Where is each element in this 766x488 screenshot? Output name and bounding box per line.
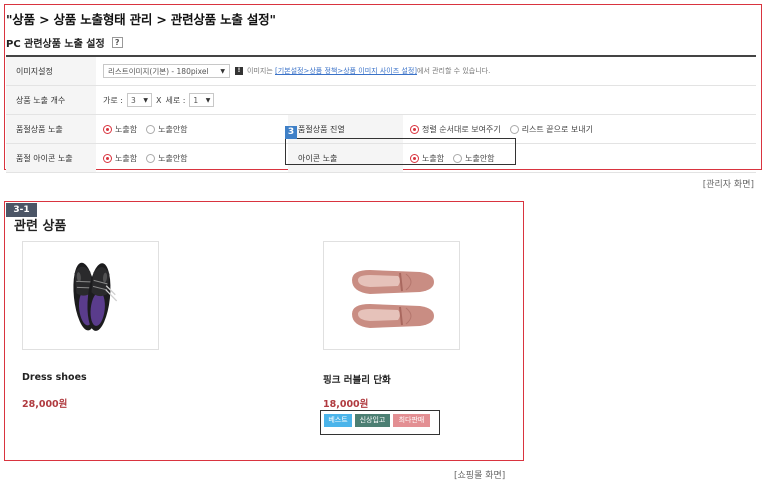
admin-screen-caption: [관리자 화면] xyxy=(702,180,754,190)
radio-unchecked-icon xyxy=(509,124,519,134)
soldout-icon-options: 노출함 노출안함 xyxy=(96,144,197,172)
radio-label: 정렬 순서대로 보여주기 xyxy=(422,124,501,134)
radio-unchecked-icon xyxy=(453,153,463,163)
soldout-label: 품절상품 노출 xyxy=(6,115,96,143)
soldout-show-radio[interactable]: 노출함 xyxy=(103,124,137,135)
product-count-label: 상품 노출 개수 xyxy=(6,86,96,114)
soldout-row: 품절상품 노출 노출함 노출안함 품절상품 진열 정렬 순서대로 보여주기 리스… xyxy=(6,115,756,144)
soldout-icon-label: 품절 아이콘 노출 xyxy=(6,144,96,172)
chevron-down-icon: ▼ xyxy=(220,67,225,75)
step-marker-badge: 3-1 xyxy=(6,203,37,217)
soldout-display-label: 품절상품 진열 xyxy=(288,115,403,143)
vertical-count-value: 1 xyxy=(193,95,199,105)
chevron-down-icon: ▼ xyxy=(205,96,211,104)
soldout-display-options: 정렬 순서대로 보여주기 리스트 끝으로 보내기 xyxy=(403,115,602,143)
best-seller-badge: 최다판매 xyxy=(393,414,430,427)
section-title: PC 관련상품 노출 설정 ? xyxy=(6,35,123,50)
soldout-icon-show-radio[interactable]: 노출함 xyxy=(103,153,137,164)
horizontal-label: 가로 : xyxy=(103,95,123,105)
times-symbol: X xyxy=(155,95,162,105)
image-setting-note: 이미지는 [기본설정>상품 정책>상품 이미지 사이즈 설정]에서 관리할 수 … xyxy=(247,66,490,76)
soldout-options: 노출함 노출안함 xyxy=(96,115,197,143)
soldout-icon-hide-radio[interactable]: 노출안함 xyxy=(146,153,188,164)
radio-checked-icon xyxy=(410,153,419,163)
vertical-count-select[interactable]: 1 ▼ xyxy=(189,93,215,107)
product-count-cell: 가로 : 3 ▼ X 세로 : 1 ▼ xyxy=(96,86,215,114)
pink-loafers-image xyxy=(352,270,434,328)
radio-label: 노출안함 xyxy=(158,153,188,163)
image-setting-row: 이미지설정 리스트이미지(기본) - 180pixel ▼ ! 이미지는 [기본… xyxy=(6,57,756,86)
sort-order-radio[interactable]: 정렬 순서대로 보여주기 xyxy=(410,124,501,135)
related-products-title: 관련 상품 xyxy=(14,219,67,234)
horizontal-count-value: 3 xyxy=(130,95,136,105)
radio-label: 노출안함 xyxy=(158,124,188,134)
product-image[interactable] xyxy=(22,241,159,350)
soldout-icon-row: 품절 아이콘 노출 노출함 노출안함 아이콘 노출 노출함 노출안함 xyxy=(6,144,756,173)
radio-checked-icon xyxy=(103,124,112,134)
icon-display-label: 아이콘 노출 xyxy=(288,144,403,172)
dress-shoes-image xyxy=(73,262,118,331)
radio-label: 노출함 xyxy=(422,153,445,163)
image-setting-label: 이미지설정 xyxy=(6,57,96,85)
best-badge: 베스트 xyxy=(324,414,352,427)
product-name[interactable]: 핑크 러블리 단화 xyxy=(323,372,391,386)
image-size-select-value: 리스트이미지(기본) - 180pixel xyxy=(108,66,209,76)
note-suffix: 에서 관리할 수 있습니다. xyxy=(417,67,491,75)
image-size-settings-link[interactable]: [기본설정>상품 정책>상품 이미지 사이즈 설정] xyxy=(275,67,417,75)
new-arrival-badge: 신상입고 xyxy=(355,414,390,427)
info-icon: ! xyxy=(235,67,243,75)
list-end-radio[interactable]: 리스트 끝으로 보내기 xyxy=(509,124,594,135)
radio-label: 노출함 xyxy=(115,124,138,134)
product-price: 28,000원 xyxy=(22,399,68,410)
product-name[interactable]: Dress shoes xyxy=(22,372,87,383)
image-setting-cell: 리스트이미지(기본) - 180pixel ▼ ! 이미지는 [기본설정>상품 … xyxy=(96,57,490,85)
radio-checked-icon xyxy=(103,153,112,163)
settings-table: 이미지설정 리스트이미지(기본) - 180pixel ▼ ! 이미지는 [기본… xyxy=(6,55,756,173)
radio-label: 노출함 xyxy=(115,153,138,163)
help-icon[interactable]: ? xyxy=(111,37,123,48)
admin-breadcrumb-title: "상품 > 상품 노출형태 관리 > 관련상품 노출 설정" xyxy=(6,12,276,27)
radio-unchecked-icon xyxy=(146,124,156,134)
icon-show-radio[interactable]: 노출함 xyxy=(410,153,444,164)
radio-unchecked-icon xyxy=(146,153,156,163)
icon-hide-radio[interactable]: 노출안함 xyxy=(453,153,495,164)
chevron-down-icon: ▼ xyxy=(143,96,148,104)
note-prefix: 이미지는 xyxy=(247,67,273,75)
vertical-label: 세로 : xyxy=(165,95,186,105)
radio-checked-icon xyxy=(410,124,419,134)
horizontal-count-select[interactable]: 3 ▼ xyxy=(126,93,152,107)
radio-label: 노출안함 xyxy=(465,153,495,163)
product-price: 18,000원 xyxy=(323,399,369,410)
product-count-row: 상품 노출 개수 가로 : 3 ▼ X 세로 : 1 ▼ xyxy=(6,86,756,115)
soldout-hide-radio[interactable]: 노출안함 xyxy=(146,124,188,135)
step-marker-badge: 3 xyxy=(285,126,297,139)
icon-display-options: 노출함 노출안함 xyxy=(403,144,504,172)
shop-screen-caption: [쇼핑몰 화면] xyxy=(454,471,506,481)
radio-label: 리스트 끝으로 보내기 xyxy=(521,124,594,134)
image-size-select[interactable]: 리스트이미지(기본) - 180pixel ▼ xyxy=(103,64,230,78)
product-image[interactable] xyxy=(323,241,460,350)
section-title-text: PC 관련상품 노출 설정 xyxy=(6,39,105,50)
